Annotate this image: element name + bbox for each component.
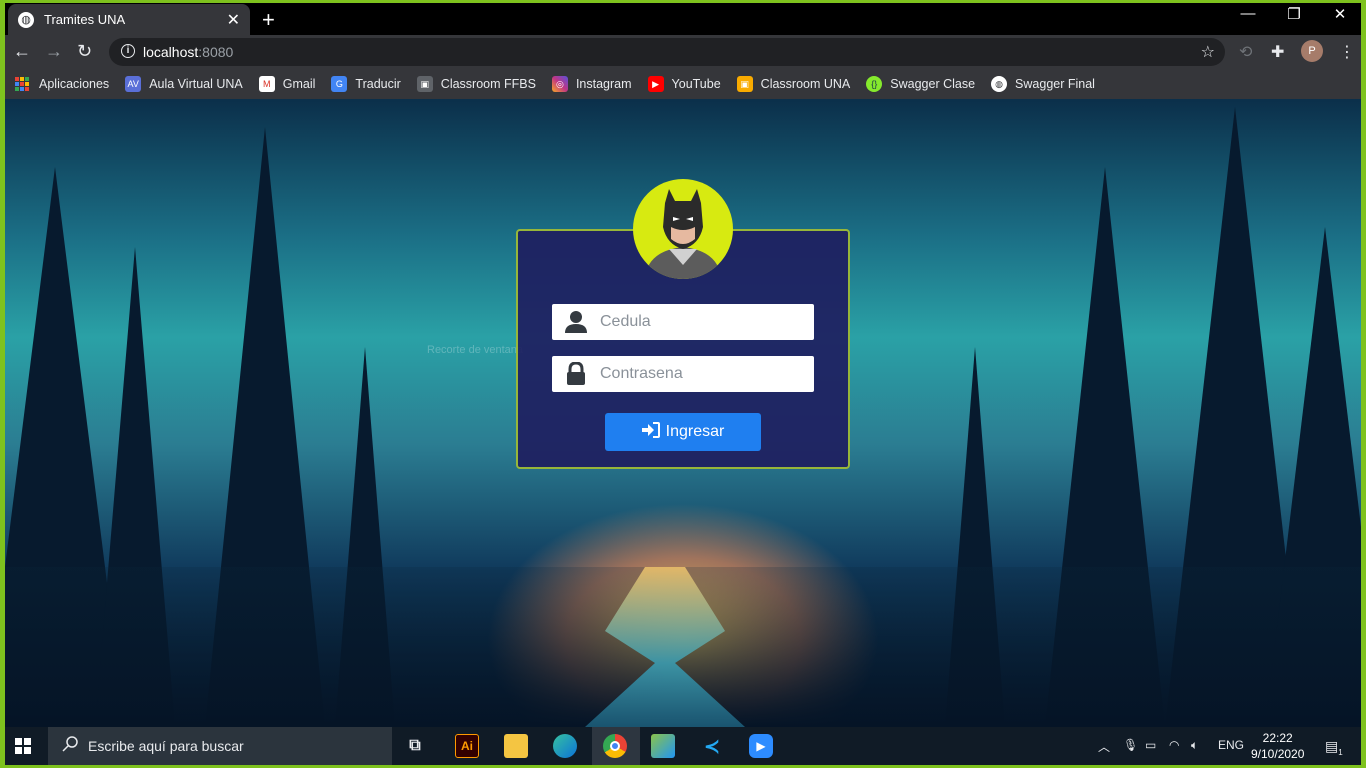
microphone-icon[interactable]: 🎙︎ <box>1123 738 1138 752</box>
extensions-icon[interactable]: ✚ <box>1271 42 1284 62</box>
bookmark-traducir[interactable]: G Traducir <box>331 76 401 92</box>
apps-grid-icon <box>15 77 29 91</box>
search-placeholder: Escribe aquí para buscar <box>88 738 244 754</box>
bookmark-classroom-ffbs[interactable]: ▣ Classroom FFBS <box>416 76 536 92</box>
sign-in-icon <box>641 421 660 443</box>
ingresar-label: Ingresar <box>665 423 725 440</box>
bookmark-gmail[interactable]: M Gmail <box>258 76 315 92</box>
chrome-icon[interactable] <box>603 734 627 758</box>
address-bar[interactable]: i localhost:8080 ☆ <box>109 38 1225 66</box>
url-text[interactable]: localhost:8080 <box>143 44 233 60</box>
instagram-icon: ◎ <box>551 76 568 92</box>
forward-icon[interactable]: → <box>45 41 63 62</box>
avatar[interactable]: P <box>1301 40 1323 62</box>
new-tab-button[interactable]: + <box>262 7 275 33</box>
browser-toolbar: ← → ↻ i localhost:8080 ☆ ⟲ ✚ P ⋮ <box>5 35 1361 69</box>
aula-virtual-icon: AV <box>125 76 142 92</box>
tab-tramites[interactable]: ◍ Tramites UNA ✕ <box>8 4 250 35</box>
tab-strip: ◍ Tramites UNA ✕ + — ❐ ✕ <box>5 3 1361 35</box>
back-icon[interactable]: ← <box>13 41 31 62</box>
netbeans-icon[interactable] <box>651 734 675 758</box>
user-icon <box>552 311 600 333</box>
wifi-icon[interactable]: ◠ <box>1169 738 1179 752</box>
sync-icon[interactable]: ⟲ <box>1239 42 1252 62</box>
clock[interactable]: 22:22 9/10/2020 <box>1251 730 1304 762</box>
avatar <box>633 179 733 279</box>
taskbar-search[interactable]: Escribe aquí para buscar <box>48 727 392 765</box>
windows-start-icon[interactable] <box>15 738 31 759</box>
notification-icon[interactable]: ▤1 <box>1325 738 1343 757</box>
taskbar: Escribe aquí para buscar ⧉ Ai ≺ ▶ ︿ 🎙︎ ▭… <box>5 727 1361 765</box>
bookmark-swagger-final[interactable]: ◍ Swagger Final <box>991 76 1095 92</box>
browser-window: ◍ Tramites UNA ✕ + — ❐ ✕ ← → ↻ i localho… <box>5 3 1361 765</box>
battery-icon[interactable]: ▭ <box>1145 738 1156 752</box>
bookmark-aplicaciones[interactable]: Aplicaciones <box>15 77 109 91</box>
globe-icon: ◍ <box>991 76 1008 92</box>
cedula-input[interactable] <box>600 313 800 331</box>
close-window-button[interactable]: ✕ <box>1317 5 1361 23</box>
language-indicator[interactable]: ENG <box>1218 738 1244 752</box>
classroom-icon: ▣ <box>736 76 753 92</box>
reload-icon[interactable]: ↻ <box>77 41 92 62</box>
bookmark-youtube[interactable]: ▶ YouTube <box>647 76 721 92</box>
translate-icon: G <box>331 76 348 92</box>
password-input[interactable] <box>600 365 800 383</box>
cedula-field[interactable] <box>552 304 814 340</box>
volume-icon[interactable]: 🔈︎ <box>1191 738 1198 753</box>
vscode-icon[interactable]: ≺ <box>700 734 724 758</box>
snip-overlay-text: Recorte de ventana <box>427 344 524 356</box>
file-explorer-icon[interactable] <box>504 734 528 758</box>
bookmark-instagram[interactable]: ◎ Instagram <box>551 76 632 92</box>
bookmark-aula-virtual[interactable]: AV Aula Virtual UNA <box>125 76 243 92</box>
ingresar-button[interactable]: Ingresar <box>605 413 761 451</box>
swagger-icon: {} <box>866 76 883 92</box>
bookmark-swagger-clase[interactable]: {} Swagger Clase <box>866 76 975 92</box>
gmail-icon: M <box>258 76 275 92</box>
illustrator-icon[interactable]: Ai <box>455 734 479 758</box>
search-icon <box>62 735 78 757</box>
menu-icon[interactable]: ⋮ <box>1339 42 1355 62</box>
task-view-icon[interactable]: ⧉ <box>403 734 427 758</box>
youtube-icon: ▶ <box>647 76 664 92</box>
restore-button[interactable]: ❐ <box>1271 5 1317 23</box>
password-field[interactable] <box>552 356 814 392</box>
tab-title: Tramites UNA <box>44 12 126 27</box>
bookmark-classroom-una[interactable]: ▣ Classroom UNA <box>736 76 850 92</box>
zoom-icon[interactable]: ▶ <box>749 734 773 758</box>
lock-icon <box>552 362 600 386</box>
minimize-button[interactable]: — <box>1225 5 1271 22</box>
classroom-icon: ▣ <box>416 76 433 92</box>
bookmark-star-icon[interactable]: ☆ <box>1201 42 1215 62</box>
edge-icon[interactable] <box>553 734 577 758</box>
chevron-up-icon[interactable]: ︿ <box>1098 738 1110 755</box>
batman-avatar-icon <box>645 189 721 279</box>
bookmarks-bar: Aplicaciones AV Aula Virtual UNA M Gmail G… <box>5 69 1361 99</box>
globe-icon: ◍ <box>18 11 34 28</box>
close-tab-icon[interactable]: ✕ <box>227 10 240 30</box>
info-icon[interactable]: i <box>121 44 135 58</box>
